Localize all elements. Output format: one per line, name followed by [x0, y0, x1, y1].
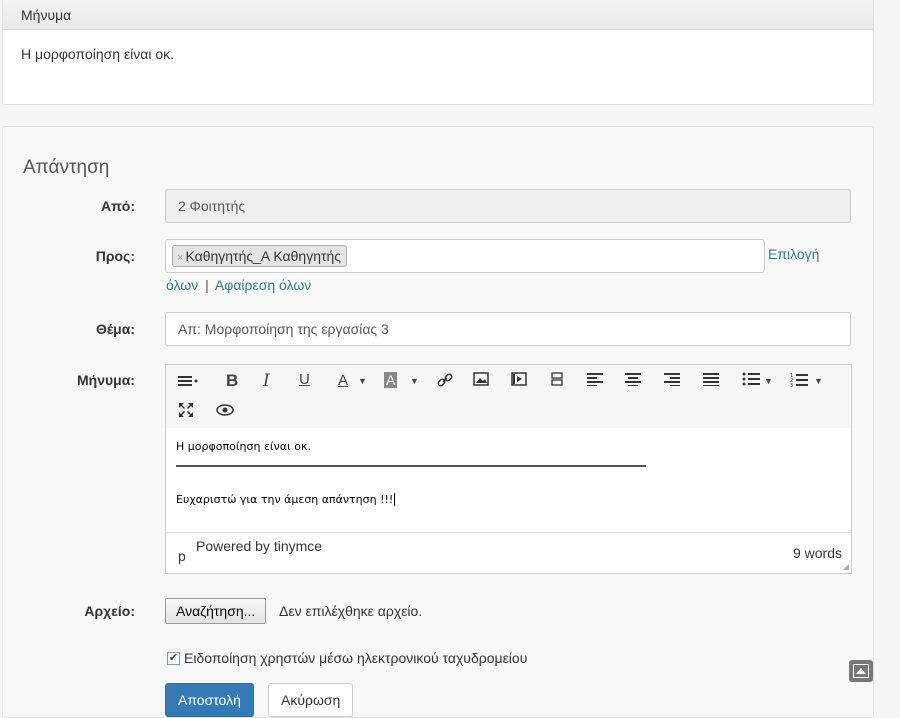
browse-button[interactable]: Αναζήτηση... [165, 598, 267, 624]
select-all-link-continued[interactable]: όλων [166, 277, 198, 293]
recipient-tag-label: Καθηγητής_Α Καθηγητής [185, 248, 342, 264]
horizontal-rule [176, 465, 646, 467]
recipient-tag[interactable]: × Καθηγητής_Α Καθηγητής [172, 245, 348, 267]
align-right-icon[interactable] [664, 372, 680, 391]
word-count: 9 words [792, 545, 842, 561]
remove-tag-icon[interactable]: × [177, 252, 183, 264]
message-body: Η μορφοποίηση είναι οκ. [21, 46, 175, 62]
reply-legend: Απάντηση [23, 157, 110, 178]
notify-label: Ειδοποίηση χρηστών μέσω ηλεκτρονικού ταχ… [184, 650, 528, 666]
from-label: Από: [100, 198, 135, 214]
link-separator: | [205, 277, 209, 293]
element-path[interactable]: p [178, 548, 186, 564]
image-icon[interactable] [473, 372, 489, 391]
preview-icon[interactable] [216, 403, 234, 421]
svg-text:3: 3 [790, 383, 793, 388]
editor-paragraph-2: Ευχαριστώ για την άμεση απάντηση !!! [176, 493, 399, 506]
remove-all-link[interactable]: Αφαίρεση όλων [215, 277, 311, 293]
scroll-up-icon [853, 664, 869, 678]
text-color-icon[interactable]: A [338, 372, 348, 390]
background-color-icon[interactable]: A [384, 372, 398, 388]
editor-paragraph-1: Η μορφοποίηση είναι οκ. [176, 440, 311, 453]
to-label: Προς: [95, 248, 135, 264]
align-left-icon[interactable] [587, 372, 603, 391]
bullet-list-dropdown-icon[interactable]: ▼ [764, 372, 773, 390]
from-field: 2 Φοιτητής [165, 189, 851, 223]
italic-icon[interactable]: I [263, 372, 270, 390]
align-justify-icon[interactable] [703, 372, 719, 391]
background-color-dropdown-icon[interactable]: ▼ [410, 372, 419, 390]
editor-content[interactable]: Η μορφοποίηση είναι οκ. Ευχαριστώ για τη… [166, 428, 851, 534]
numbered-list-dropdown-icon[interactable]: ▼ [814, 372, 823, 390]
message-label: Μήνυμα: [77, 372, 135, 388]
message-panel: Μήνυμα Η μορφοποίηση είναι οκ. [2, 0, 874, 105]
paragraph-format-icon[interactable] [178, 373, 200, 394]
recipient-actions: όλων | Αφαίρεση όλων [166, 277, 311, 293]
text-color-dropdown-icon[interactable]: ▼ [358, 372, 367, 390]
file-label: Αρχείο: [84, 603, 135, 619]
subject-label: Θέμα: [95, 321, 135, 337]
editor-statusbar: p Powered by tinymce 9 words ◢ [166, 532, 851, 573]
editor-toolbar: B I U A ▼ A ▼ ▼ 1 2 3 ▼ [166, 365, 851, 429]
underline-icon[interactable]: U [299, 371, 310, 389]
message-panel-heading: Μήνυμα [3, 0, 873, 30]
file-status: Δεν επιλέχθηκε αρχείο. [279, 603, 423, 619]
align-center-icon[interactable] [625, 372, 641, 391]
page-break-icon[interactable] [551, 372, 563, 391]
subject-input[interactable]: Απ: Μορφοποίηση της εργασίας 3 [165, 312, 851, 346]
text-cursor [394, 493, 399, 506]
numbered-list-icon[interactable]: 123 [790, 372, 808, 393]
resize-handle-icon[interactable]: ◢ [843, 562, 849, 571]
link-icon[interactable] [436, 371, 454, 394]
notify-checkbox[interactable]: ✔ [167, 652, 180, 665]
select-all-link[interactable]: Επιλογή [768, 246, 819, 262]
bold-icon[interactable]: B [226, 372, 238, 390]
bullet-list-icon[interactable] [742, 372, 760, 391]
powered-by-link[interactable]: Powered by tinymce [196, 538, 322, 554]
fullscreen-icon[interactable] [178, 402, 194, 423]
rich-text-editor: B I U A ▼ A ▼ ▼ 1 2 3 ▼ Η μορφοποίηση εί… [165, 364, 852, 574]
media-icon[interactable] [511, 372, 527, 391]
recipients-input[interactable]: × Καθηγητής_Α Καθηγητής [165, 239, 765, 273]
scroll-to-top-button[interactable] [849, 660, 873, 682]
send-button[interactable]: Αποστολή [165, 683, 254, 717]
cancel-button[interactable]: Ακύρωση [268, 683, 354, 717]
